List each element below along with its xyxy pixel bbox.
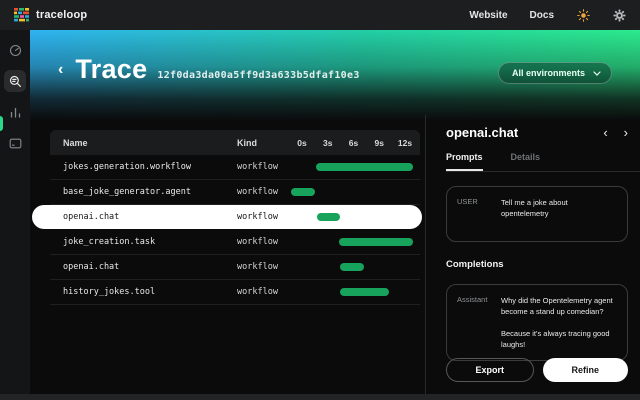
trace-table-body: jokes.generation.workflow workflow base_… — [50, 155, 420, 305]
theme-sun-icon[interactable] — [576, 8, 590, 22]
message-role: Assistant — [457, 295, 501, 350]
brand[interactable]: traceloop — [14, 8, 87, 22]
table-row[interactable]: history_jokes.tool workflow — [50, 280, 420, 305]
sidebar-item-dashboard[interactable] — [4, 39, 26, 61]
duration-bar — [339, 238, 413, 246]
span-name: openai.chat — [63, 262, 237, 272]
environment-selector-label: All environments — [512, 68, 585, 78]
panel-tabs: Prompts Details — [446, 152, 640, 172]
completions-list: Assistant Why did the Opentelemetry agen… — [446, 284, 628, 361]
sidebar-item-metrics[interactable] — [4, 101, 26, 123]
table-row[interactable]: jokes.generation.workflow workflow — [50, 155, 420, 180]
table-row[interactable]: openai.chat workflow — [50, 205, 420, 230]
message-box: Assistant Why did the Opentelemetry agen… — [446, 284, 628, 361]
table-row[interactable]: base_joke_generator.agent workflow — [50, 180, 420, 205]
span-name: history_jokes.tool — [63, 287, 237, 297]
column-header-name: Name — [63, 138, 237, 148]
environment-selector[interactable]: All environments — [498, 62, 612, 84]
span-timeline — [293, 155, 414, 179]
trace-search-icon — [9, 75, 22, 88]
span-kind: workflow — [237, 287, 293, 297]
span-kind: workflow — [237, 187, 293, 197]
sidebar-item-console[interactable] — [4, 132, 26, 154]
span-kind: workflow — [237, 237, 293, 247]
completions-heading: Completions — [446, 259, 628, 270]
table-row[interactable]: joke_creation.task workflow — [50, 230, 420, 255]
span-title: openai.chat — [446, 125, 518, 140]
span-timeline — [293, 205, 414, 229]
next-span-arrow[interactable]: › — [624, 126, 628, 139]
main-content: ‹ Trace 12f0da3da00a5ff9d3a633b5dfaf10e3… — [30, 30, 640, 394]
message-role: USER — [457, 197, 501, 231]
timeline-tick: 0s — [293, 138, 311, 148]
trace-id: 12f0da3da00a5ff9d3a633b5dfaf10e3 — [157, 70, 359, 81]
span-timeline — [293, 180, 414, 204]
console-icon — [9, 137, 22, 150]
duration-bar — [317, 213, 339, 221]
refine-button[interactable]: Refine — [543, 358, 629, 382]
export-button[interactable]: Export — [446, 358, 534, 382]
active-indicator — [0, 116, 3, 131]
timeline-tick: 6s — [345, 138, 363, 148]
timeline-tick: 12s — [396, 138, 414, 148]
duration-bar — [340, 263, 364, 271]
span-timeline — [293, 230, 414, 254]
sidebar-item-traces[interactable] — [4, 70, 26, 92]
table-row[interactable]: openai.chat workflow — [50, 255, 420, 280]
column-header-kind: Kind — [237, 138, 293, 148]
chevron-down-icon — [593, 71, 601, 76]
span-kind: workflow — [237, 162, 293, 172]
tab-details[interactable]: Details — [511, 152, 541, 171]
duration-bar — [291, 188, 315, 196]
message-text: Tell me a joke about opentelemetry — [501, 197, 617, 231]
span-timeline — [293, 280, 414, 304]
back-chevron-icon[interactable]: ‹ — [58, 62, 63, 78]
traceloop-logo-icon — [14, 8, 29, 22]
bar-chart-icon — [9, 106, 22, 119]
duration-bar — [340, 288, 389, 296]
settings-gear-icon[interactable] — [612, 8, 626, 22]
span-kind: workflow — [237, 212, 293, 222]
website-link[interactable]: Website — [469, 10, 507, 21]
span-name: base_joke_generator.agent — [63, 187, 237, 197]
window-bottom-strip — [0, 394, 640, 400]
docs-link[interactable]: Docs — [530, 10, 554, 21]
tab-prompts[interactable]: Prompts — [446, 152, 483, 171]
prompts-list: USER Tell me a joke about opentelemetry — [446, 186, 628, 242]
span-name: openai.chat — [63, 212, 237, 222]
trace-table-header: Name Kind 0s 3s 6s 9s 12s — [50, 130, 420, 155]
prev-span-arrow[interactable]: ‹ — [603, 126, 607, 139]
duration-bar — [316, 163, 413, 171]
span-timeline — [293, 255, 414, 279]
timeline-ticks: 0s 3s 6s 9s 12s — [293, 138, 414, 148]
trace-table: Name Kind 0s 3s 6s 9s 12s jokes.generation.w… — [50, 130, 420, 305]
top-bar: traceloop Website Docs — [0, 0, 640, 30]
span-name: joke_creation.task — [63, 237, 237, 247]
message-text: Why did the Opentelemetry agent become a… — [501, 295, 617, 350]
timeline-tick: 9s — [370, 138, 388, 148]
span-kind: workflow — [237, 262, 293, 272]
timeline-tick: 3s — [319, 138, 337, 148]
gauge-icon — [9, 44, 22, 57]
sidebar — [0, 30, 30, 394]
page-title: Trace — [75, 54, 147, 85]
brand-name: traceloop — [36, 9, 87, 21]
span-name: jokes.generation.workflow — [63, 162, 237, 172]
message-box: USER Tell me a joke about opentelemetry — [446, 186, 628, 242]
span-detail-panel: openai.chat ‹ › Prompts Details USER Tel… — [425, 115, 640, 394]
